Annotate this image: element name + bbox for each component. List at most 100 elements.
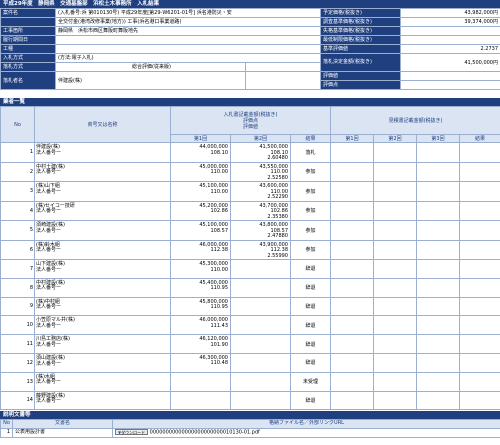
redo-cell	[459, 371, 500, 392]
redo-cell	[330, 220, 375, 241]
redo-cell	[459, 277, 500, 298]
bidder-no: 5	[0, 220, 35, 241]
bid-amount-r2	[230, 259, 291, 279]
info-label-6: 評価値	[320, 71, 401, 81]
bid-r2-c: 2.35380	[267, 213, 288, 220]
doc-file-cell: ▼ダウンロード 00000000000000000000000010130-01…	[112, 427, 500, 438]
bid-amount-r1: 46,000,000 111.43	[170, 315, 231, 336]
redo-cell	[373, 220, 418, 241]
col-no: No	[0, 106, 35, 143]
bid-amount-r1: 46,300,000 110.48	[170, 352, 231, 373]
redo-cell	[416, 277, 461, 298]
bid-r1-b: 108.57	[210, 227, 229, 234]
bidder-row: 5 須崎建設(株) 法人番号ー 45,100,000 108.57 43,800,000 1…	[0, 220, 500, 241]
bid-amount-r1: 44,000,000 108.10	[170, 142, 231, 163]
place-label: 工事箇所	[0, 26, 56, 36]
info-label-4: 基準評価値	[320, 44, 401, 54]
redo-cell	[330, 334, 375, 354]
bidder-row: 11 川島工務店(株) 法人番号ー 46,120,000 101.90 辞退	[0, 334, 500, 354]
bid-amount-r2	[230, 315, 291, 336]
decision-value: 総合評価(従来版)	[55, 62, 246, 72]
bid-r2-c: 2.52290	[267, 194, 288, 200]
redo-cell	[416, 142, 461, 163]
docs-section-title: 説明文書等	[0, 411, 500, 420]
bidder-name-cell: 須山建設(株) 法人番号ー	[34, 352, 171, 373]
redo-cell	[459, 259, 500, 279]
info-value-1: 39,374,000円	[400, 17, 500, 27]
docs-col-name: 文書名	[12, 419, 113, 429]
doc-file-link[interactable]: 00000000000000000000000010130-01.pdf	[150, 429, 260, 435]
redo-cell	[459, 334, 500, 354]
bidder-no: 2	[0, 161, 35, 182]
bidder-corp-number: 法人番号ー	[36, 304, 62, 311]
redo-cell	[416, 181, 461, 202]
info-label-0: 予定価格(税抜き)	[320, 8, 401, 18]
bid-amount-r2	[230, 296, 291, 317]
redo-cell	[330, 161, 375, 182]
bid-amount-r2	[230, 352, 291, 373]
bid-r1-b: 110.00	[210, 169, 229, 175]
bid-amount-r1	[170, 371, 231, 392]
redo-cell	[416, 220, 461, 241]
bidder-name-cell: (株)中村組 法人番号ー	[34, 296, 171, 317]
bidder-name-cell: (株)セイコー技研 法人番号ー	[34, 200, 171, 221]
bidder-no: 9	[0, 296, 35, 317]
bid-r1-b: 110.95	[210, 304, 229, 311]
info-label-7: 評価点	[320, 80, 401, 90]
bidder-no: 3	[0, 181, 35, 202]
bid-r1-b: 102.86	[210, 208, 229, 214]
redo-cell	[373, 277, 418, 298]
col-redo-group: 見積書記載金額(税抜き)	[330, 106, 500, 135]
redo-cell	[330, 259, 375, 279]
bidder-name-cell: (株)鈴木組 法人番号ー	[34, 239, 171, 260]
redo-cell	[459, 181, 500, 202]
bid-amount-r1: 45,000,000 110.00	[170, 161, 231, 182]
bid-amount-r1: 45,800,000 110.95	[170, 296, 231, 317]
redo-cell	[330, 371, 375, 392]
info-value-3	[400, 35, 500, 45]
download-button[interactable]: ▼ダウンロード	[115, 429, 149, 435]
bidder-no: 8	[0, 277, 35, 298]
bid-r1-b: 110.00	[210, 188, 229, 195]
bidder-name-cell: 小笠原マル井(株) 法人番号ー	[34, 315, 171, 336]
info-label-5: 落札決定金額(税抜き)	[320, 53, 401, 72]
bid-amount-r1: 46,000,000 112.38	[170, 239, 231, 260]
redo-cell	[330, 239, 375, 260]
bid-r2-c: 2.52580	[267, 174, 288, 181]
bidder-name-cell: 中村建設(株) 法人番号ー	[34, 277, 171, 298]
bidder-corp-number: 法人番号ー	[36, 398, 62, 405]
bidder-no: 10	[0, 315, 35, 336]
bidder-name-cell: (株)山下組 法人番号ー	[34, 181, 171, 202]
bid-amount-r2: 43,700,000 102.86 2.35380	[230, 200, 291, 221]
bid-r1-b: 110.48	[210, 360, 229, 367]
case-name-line-2: 全交付金(港湾改修事業(地方)) 工事(浜名港口事業道路)	[55, 17, 321, 27]
bid-amount-r1: 46,120,000 101.90	[170, 334, 231, 354]
bid-amount-r2: 43,550,000 110.00 2.52580	[230, 161, 291, 182]
download-label: ダウンロード	[121, 429, 146, 435]
bidder-corp-number: 法人番号ー	[36, 285, 62, 292]
info-value-0: 43,982,000円	[400, 8, 500, 18]
bidder-row: 4 (株)セイコー技研 法人番号ー 45,200,000 102.86 43,700,00…	[0, 200, 500, 221]
bid-result: 参加	[289, 200, 332, 221]
bidder-row: 8 中村建設(株) 法人番号ー 45,400,000 110.95 辞退	[0, 277, 500, 298]
bidder-no: 14	[0, 390, 35, 411]
bidder-row: 3 (株)山下組 法人番号ー 45,100,000 110.00 43,600,000 11…	[0, 181, 500, 202]
docs-col-no: No	[0, 419, 13, 429]
info-label-1: 調査基準価格(税抜き)	[320, 17, 401, 27]
bid-r1-b: 111.43	[210, 322, 229, 329]
bid-result: 辞退	[289, 390, 332, 411]
period-label: 履行期間日	[0, 35, 56, 45]
bid-r1-b: 110.00	[210, 266, 229, 273]
bidder-name-cell: 須崎建設(株) 法人番号ー	[34, 220, 171, 241]
bid-result: 辞退	[289, 352, 332, 373]
redo-cell	[416, 352, 461, 373]
info-value-7	[400, 80, 500, 90]
redo-cell	[330, 200, 375, 221]
redo-cell	[459, 220, 500, 241]
case-name-label: 案件名	[0, 8, 56, 18]
redo-cell	[373, 181, 418, 202]
bidder-name-cell: (株)水組 法人番号ー	[34, 371, 171, 392]
bidder-row: 9 (株)中村組 法人番号ー 45,800,000 110.95 辞退	[0, 296, 500, 317]
bidder-row: 1 伴建設(株) 法人番号ー 44,000,000 108.10 41,500,000 10…	[0, 142, 500, 163]
case-name-line-1: (入札番号:浜 第010130号) 平成29年度[第29-W6201-01号] …	[55, 8, 321, 18]
